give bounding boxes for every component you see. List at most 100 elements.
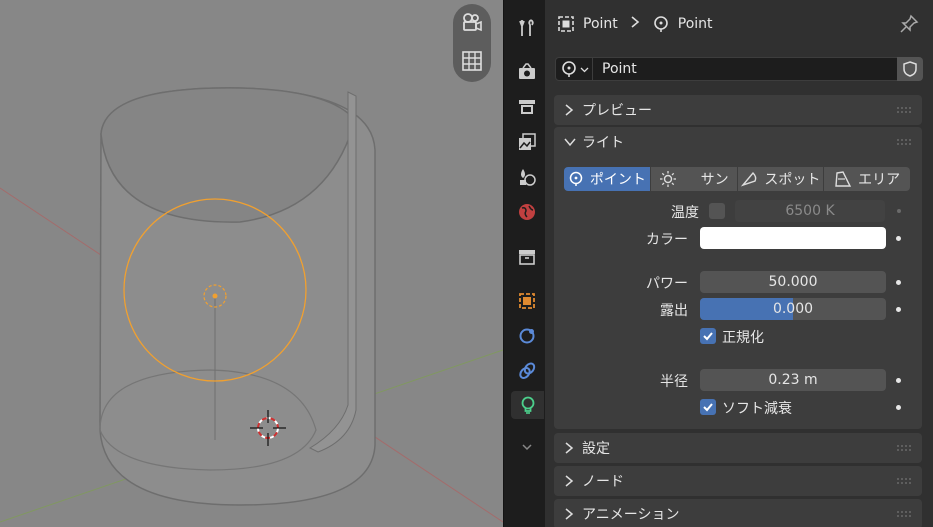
3d-viewport[interactable] [0, 0, 503, 527]
panel-animation-title: アニメーション [582, 507, 680, 523]
drag-grip-icon[interactable] [896, 106, 912, 114]
lightbulb-icon [521, 396, 534, 414]
tab-tool[interactable] [513, 14, 541, 42]
tab-view-layer[interactable] [513, 128, 541, 156]
shield-icon [903, 61, 917, 77]
tab-object[interactable] [513, 287, 541, 315]
light-type-selector: ポイント サン スポット エリア [564, 167, 910, 191]
point-light-icon [561, 61, 576, 77]
light-type-browse-button[interactable] [555, 57, 593, 81]
temperature-label: 温度 [671, 205, 699, 221]
breadcrumb-light-label: Point [677, 16, 713, 32]
ortho-toggle-button[interactable] [459, 48, 485, 74]
pin-icon[interactable] [899, 14, 919, 34]
light-type-area[interactable]: エリア [824, 167, 910, 191]
chevron-down-icon [522, 444, 532, 451]
tab-world[interactable] [513, 198, 541, 226]
drag-grip-icon[interactable] [896, 444, 912, 452]
breadcrumb-object-label: Point [583, 16, 618, 32]
area-light-icon [835, 171, 852, 187]
light-name-field[interactable]: Point [593, 57, 897, 81]
breadcrumb-object[interactable]: Point [557, 15, 618, 33]
tab-output[interactable] [513, 93, 541, 121]
light-type-spot-label: スポット [764, 172, 821, 188]
spot-light-icon [741, 171, 757, 187]
tab-more[interactable] [513, 433, 541, 461]
grid-icon [462, 51, 482, 71]
tab-collection[interactable] [513, 243, 541, 271]
breadcrumb-light-data[interactable]: Point [652, 15, 713, 33]
panel-preview-header[interactable]: プレビュー [554, 95, 922, 125]
radius-value: 0.23 m [768, 372, 818, 388]
exposure-value: 0.000 [772, 301, 814, 317]
camera-icon [463, 13, 482, 32]
panel-animation-header[interactable]: アニメーション [554, 499, 922, 527]
power-label: パワー [646, 276, 688, 292]
light-type-spot[interactable]: スポット [737, 167, 824, 191]
power-value: 50.000 [768, 274, 818, 290]
panel-light-title: ライト [582, 135, 624, 151]
chevron-right-icon [564, 442, 578, 454]
viewport-scene [0, 87, 503, 523]
object-square-icon [519, 293, 535, 309]
light-origin-dot [212, 293, 218, 299]
temperature-value: 6500 K [785, 203, 835, 219]
chevron-down-icon [564, 137, 578, 147]
temperature-keyframe-dot[interactable] [897, 209, 901, 213]
power-field[interactable]: 50.000 [700, 271, 886, 293]
chevron-down-icon [580, 67, 588, 72]
panel-settings-header[interactable]: 設定 [554, 433, 922, 463]
panel-nodes-header[interactable]: ノード [554, 466, 922, 496]
drag-grip-icon[interactable] [896, 138, 912, 146]
panel-preview-title: プレビュー [582, 103, 652, 119]
checkmark-icon [703, 403, 713, 412]
light-type-sun[interactable]: サン [650, 167, 737, 191]
render-camera-icon [519, 63, 535, 79]
tab-render[interactable] [513, 58, 541, 86]
chevron-right-icon [564, 104, 578, 116]
power-keyframe-dot[interactable] [896, 280, 901, 285]
soft-falloff-keyframe-dot[interactable] [896, 405, 901, 410]
breadcrumb: Point Point [545, 0, 933, 48]
light-datablock-selector: Point [555, 57, 923, 83]
world-icon [519, 204, 535, 220]
camera-view-button[interactable] [459, 10, 485, 36]
panel-light-header[interactable]: ライト [554, 127, 922, 157]
panel-settings-title: 設定 [582, 441, 610, 457]
drag-grip-icon[interactable] [896, 477, 912, 485]
soft-falloff-checkbox[interactable] [700, 399, 716, 415]
exposure-keyframe-dot[interactable] [896, 307, 901, 312]
properties-tab-strip [503, 0, 545, 527]
chevron-right-icon [564, 475, 578, 487]
radius-label: 半径 [660, 374, 688, 390]
printer-icon [519, 100, 535, 114]
color-keyframe-dot[interactable] [896, 236, 901, 241]
constraint-link-icon [519, 362, 536, 379]
color-label: カラー [646, 232, 688, 248]
temperature-toggle[interactable] [709, 203, 725, 219]
tab-scene[interactable] [513, 163, 541, 191]
tab-physics[interactable] [513, 322, 541, 350]
light-type-area-label: エリア [858, 172, 901, 188]
normalize-label: 正規化 [722, 330, 764, 346]
exposure-label: 露出 [660, 303, 688, 319]
point-light-icon [653, 16, 668, 32]
tab-light-data[interactable] [511, 391, 544, 419]
light-type-point[interactable]: ポイント [564, 167, 650, 191]
physics-orbit-icon [519, 328, 535, 344]
color-swatch[interactable] [700, 227, 886, 249]
drag-grip-icon[interactable] [896, 510, 912, 518]
sun-light-icon [659, 171, 676, 187]
normalize-checkbox[interactable] [700, 328, 716, 344]
temperature-field[interactable]: 6500 K [735, 200, 885, 222]
point-light-icon [569, 171, 583, 186]
fake-user-button[interactable] [897, 57, 923, 81]
scene-icon [520, 169, 536, 186]
radius-field[interactable]: 0.23 m [700, 369, 886, 391]
radius-keyframe-dot[interactable] [896, 378, 901, 383]
properties-editor: Point Point Point プレビュー ライト ポイント サン スポット… [545, 0, 933, 527]
exposure-slider[interactable]: 0.000 [700, 298, 886, 320]
wrench-screwdriver-icon [519, 19, 534, 36]
tab-constraints[interactable] [513, 357, 541, 385]
checkmark-icon [703, 332, 713, 341]
